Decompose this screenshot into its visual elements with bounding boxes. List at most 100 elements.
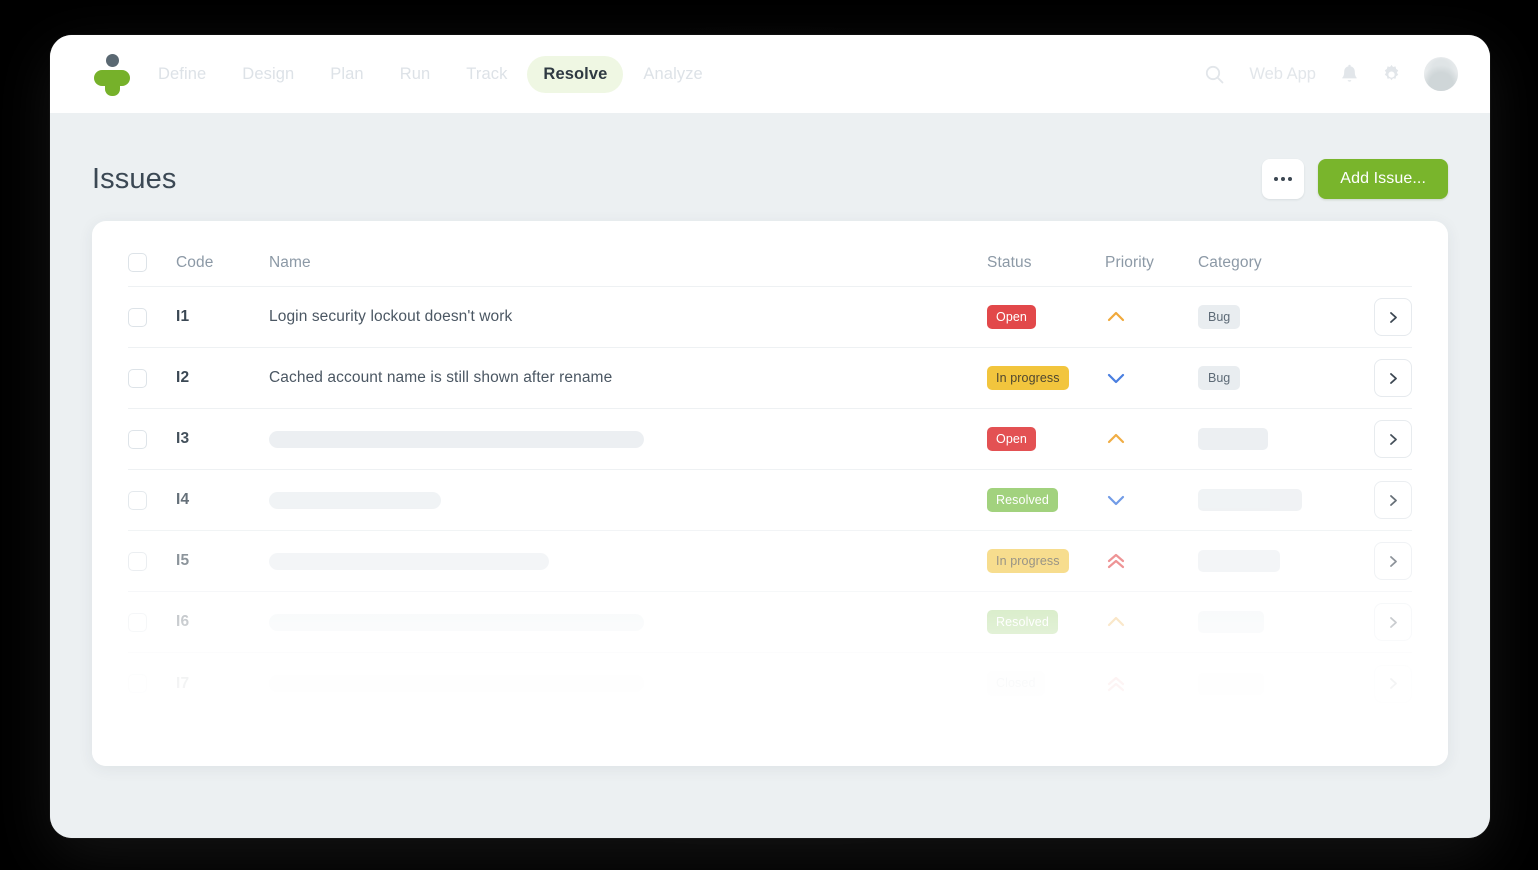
open-issue-button[interactable] [1374, 359, 1412, 397]
issue-code: I4 [176, 491, 190, 508]
row-select-cell [128, 368, 176, 388]
table-header-row: Code Name Status Priority Category [128, 221, 1412, 287]
issue-name: Cached account name is still shown after… [269, 369, 613, 386]
select-all-cell [128, 253, 176, 272]
column-header-code[interactable]: Code [176, 254, 269, 272]
chevron-down-icon [1107, 373, 1125, 384]
page-header: Issues Add Issue... [92, 113, 1448, 221]
chevron-right-icon [1389, 494, 1397, 506]
table-row[interactable]: I4 Resolved [128, 470, 1412, 531]
row-checkbox[interactable] [128, 307, 147, 327]
chevron-down-icon [1107, 495, 1125, 506]
nav-item-run[interactable]: Run [384, 56, 447, 93]
chevron-right-icon [1389, 311, 1397, 323]
screenshot-stage: Define Design Plan Run Track Resolve Ana… [0, 0, 1538, 870]
workspace-label[interactable]: Web App [1247, 65, 1318, 84]
gear-icon[interactable] [1381, 64, 1402, 85]
name-placeholder [269, 430, 644, 448]
table-row[interactable]: I6 Resolved [128, 592, 1412, 653]
issue-code: I6 [176, 613, 190, 630]
logo-head-shape [106, 54, 119, 67]
chevron-up-icon [1107, 433, 1125, 444]
priority-indicator [1105, 370, 1198, 386]
open-issue-button[interactable] [1374, 298, 1412, 336]
more-options-button[interactable] [1262, 159, 1305, 199]
column-header-priority[interactable]: Priority [1105, 254, 1198, 272]
issue-code: I7 [176, 674, 190, 692]
product-logo-icon[interactable] [92, 52, 132, 96]
chevron-right-icon [1389, 678, 1397, 689]
nav-item-design[interactable]: Design [226, 56, 310, 93]
table-row[interactable]: I2 Cached account name is still shown aft… [128, 348, 1412, 409]
row-select-cell [128, 307, 176, 327]
open-issue-button[interactable] [1374, 603, 1412, 641]
category-placeholder [1198, 550, 1280, 572]
page-body: Issues Add Issue... Code Name Status Pri… [50, 113, 1490, 838]
status-badge: In progress [987, 365, 1069, 391]
open-issue-button[interactable] [1374, 542, 1412, 580]
browser-window: Define Design Plan Run Track Resolve Ana… [50, 35, 1490, 838]
open-issue-button[interactable] [1374, 664, 1412, 703]
row-select-cell [128, 612, 176, 632]
priority-indicator [1105, 309, 1198, 325]
category-placeholder [1198, 428, 1268, 450]
table-row[interactable]: I1 Login security lockout doesn't work Ope… [128, 287, 1412, 348]
column-header-status[interactable]: Status [987, 254, 1105, 272]
row-checkbox[interactable] [128, 612, 147, 632]
nav-item-track[interactable]: Track [450, 56, 523, 93]
dot-icon [1288, 177, 1293, 181]
table-row[interactable]: I3 Open [128, 409, 1412, 470]
main-nav: Define Design Plan Run Track Resolve Ana… [142, 55, 719, 93]
row-checkbox[interactable] [128, 429, 147, 449]
dot-icon [1274, 177, 1279, 181]
row-select-cell [128, 429, 176, 449]
table-body: I1 Login security lockout doesn't work Ope… [128, 287, 1412, 714]
open-issue-button[interactable] [1374, 481, 1412, 519]
priority-indicator [1105, 431, 1198, 447]
chevron-right-icon [1389, 616, 1397, 628]
table-row[interactable]: I7 Closed [128, 653, 1412, 714]
row-select-cell [128, 551, 176, 571]
row-select-cell [128, 490, 176, 510]
row-checkbox[interactable] [128, 674, 147, 693]
nav-item-resolve[interactable]: Resolve [527, 55, 624, 93]
issue-code: I5 [176, 552, 190, 569]
bell-icon[interactable] [1340, 64, 1359, 85]
category-placeholder [1198, 611, 1264, 633]
category-chip: Bug [1198, 304, 1241, 330]
nav-item-plan[interactable]: Plan [314, 56, 379, 93]
row-checkbox[interactable] [128, 490, 147, 510]
issue-code: I2 [176, 369, 190, 386]
select-all-checkbox[interactable] [128, 253, 147, 272]
status-badge: Resolved [987, 609, 1058, 635]
header-actions: Web App [1204, 57, 1458, 91]
row-checkbox[interactable] [128, 368, 147, 388]
issues-table-card: Code Name Status Priority Category I1 Log… [92, 221, 1448, 766]
chevron-right-icon [1389, 372, 1397, 384]
category-chip: Bug [1198, 365, 1241, 391]
name-placeholder [269, 613, 644, 631]
page-title: Issues [92, 162, 177, 195]
chevron-right-icon [1389, 555, 1397, 567]
avatar[interactable] [1424, 57, 1458, 91]
issue-code: I1 [176, 308, 190, 325]
issue-code: I3 [176, 430, 190, 447]
category-placeholder [1198, 672, 1264, 695]
table-row[interactable]: I5 In progress [128, 531, 1412, 592]
open-issue-button[interactable] [1374, 420, 1412, 458]
logo-body-shape [105, 70, 120, 96]
category-placeholder [1198, 489, 1302, 511]
add-issue-button[interactable]: Add Issue... [1318, 159, 1448, 199]
nav-item-analyze[interactable]: Analyze [627, 56, 718, 93]
column-header-category[interactable]: Category [1198, 254, 1338, 272]
issue-name: Login security lockout doesn't work [269, 308, 513, 325]
dot-icon [1281, 177, 1286, 181]
priority-indicator [1105, 551, 1198, 571]
row-checkbox[interactable] [128, 551, 147, 571]
app-header: Define Design Plan Run Track Resolve Ana… [50, 35, 1490, 113]
nav-item-define[interactable]: Define [142, 56, 222, 93]
status-badge: In progress [987, 548, 1069, 574]
chevron-up-icon [1107, 616, 1125, 627]
search-icon[interactable] [1204, 64, 1225, 85]
column-header-name[interactable]: Name [269, 254, 987, 272]
